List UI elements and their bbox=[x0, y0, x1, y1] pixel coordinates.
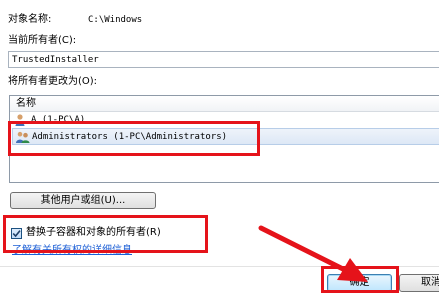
other-users-button[interactable]: 其他用户或组(U)... bbox=[10, 192, 156, 209]
object-name-label: 对象名称: bbox=[8, 14, 52, 25]
arrow-annotation-icon bbox=[258, 225, 368, 282]
highlight-box-replace-owner bbox=[3, 215, 208, 253]
current-owner-value: TrustedInstaller bbox=[12, 55, 99, 65]
change-owner-label: 将所有者更改为(O): bbox=[8, 76, 98, 87]
object-name-value: C:\Windows bbox=[88, 15, 143, 25]
name-column-header: 名称 bbox=[16, 98, 36, 109]
owner-list-header[interactable]: 名称 bbox=[10, 96, 439, 112]
current-owner-field: TrustedInstaller bbox=[8, 51, 439, 68]
cancel-button[interactable]: 取消 bbox=[399, 274, 439, 292]
current-owner-label: 当前所有者(C): bbox=[8, 35, 77, 46]
highlight-box-administrators bbox=[8, 121, 260, 156]
